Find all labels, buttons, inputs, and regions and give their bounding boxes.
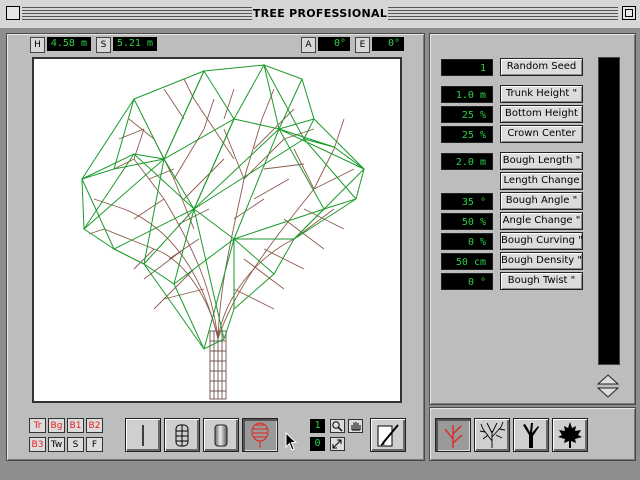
bough-length-button[interactable]: Bough Length " [500, 152, 583, 170]
wireframe-view-button[interactable] [164, 418, 200, 452]
azimuth-label[interactable]: A [301, 37, 316, 53]
tree-drawing [81, 63, 365, 400]
edit-pen-button[interactable] [370, 418, 406, 452]
line-icon [142, 425, 144, 446]
crown-wireframe [81, 63, 365, 350]
bough-angle-value[interactable]: 35 ° [441, 193, 493, 210]
bottom-height-value[interactable]: 25 % [441, 106, 493, 123]
bough-density-button[interactable]: Bough Density " [500, 252, 583, 270]
layer-toggle-s[interactable]: S [67, 437, 84, 452]
layer-toggle-b1[interactable]: B1 [67, 418, 84, 433]
magnifier-icon[interactable] [330, 419, 345, 433]
bottom-height-button[interactable]: Bottom Height [500, 105, 583, 123]
layer-toggle-bg[interactable]: Bg [48, 418, 65, 433]
tree-viewport[interactable] [32, 57, 402, 403]
length-change-button[interactable]: Length Change [500, 172, 583, 190]
wire-cylinder-icon [175, 424, 189, 447]
pen-icon [377, 424, 399, 447]
bough-curving-button[interactable]: Bough Curving " [500, 232, 583, 250]
trunk-mesh [209, 330, 227, 400]
bare-tree-icon [479, 421, 506, 448]
bough-length-value[interactable]: 2.0 m [441, 153, 493, 170]
height-label: H [30, 37, 45, 53]
bough-density-value[interactable]: 50 cm [441, 253, 493, 270]
layer-toggle-b3[interactable]: B3 [29, 437, 46, 452]
tree-type-leaf-button[interactable] [552, 418, 588, 452]
counter-top[interactable]: 1 [310, 419, 325, 433]
bough-twist-button[interactable]: Bough Twist " [500, 272, 583, 290]
counter-bottom[interactable]: 0 [310, 437, 325, 451]
elevation-label[interactable]: E [355, 37, 370, 53]
leaf-crown-icon [251, 422, 269, 448]
maple-leaf-icon [558, 422, 582, 448]
red-branch-icon [444, 425, 463, 448]
up-down-arrows-icon[interactable] [596, 373, 620, 399]
layer-toggle-b2[interactable]: B2 [86, 418, 103, 433]
random-seed-value[interactable]: 1 [441, 59, 493, 76]
bough-angle-button[interactable]: Bough Angle " [500, 192, 583, 210]
random-seed-button[interactable]: Random Seed [500, 58, 583, 76]
elevation-readout[interactable]: 0° [372, 37, 404, 51]
trunk-icon [523, 423, 539, 448]
tree-type-bare-button[interactable] [474, 418, 510, 452]
height-readout: 4.58 m [47, 37, 91, 51]
crown-center-button[interactable]: Crown Center [500, 125, 583, 143]
azimuth-readout[interactable]: 0° [318, 37, 350, 51]
crown-view-button[interactable] [242, 418, 278, 452]
close-box[interactable] [6, 6, 20, 20]
tree-type-branch-button[interactable] [435, 418, 471, 452]
spread-readout: 5.21 m [113, 37, 157, 51]
solid-cylinder-icon [214, 424, 228, 447]
hand-icon[interactable] [348, 419, 363, 433]
angle-change-value[interactable]: 50 % [441, 213, 493, 230]
window-title: TREE PROFESSIONAL [252, 7, 388, 21]
solid-view-button[interactable] [203, 418, 239, 452]
tree-type-trunk-button[interactable] [513, 418, 549, 452]
crown-center-value[interactable]: 25 % [441, 126, 493, 143]
angle-change-button[interactable]: Angle Change " [500, 212, 583, 230]
mouse-cursor-icon [285, 431, 299, 452]
layer-toggle-tw[interactable]: Tw [48, 437, 65, 452]
title-bar[interactable]: TREE PROFESSIONAL [0, 0, 640, 29]
bough-curving-value[interactable]: 0 % [441, 233, 493, 250]
zoom-box[interactable] [622, 6, 636, 20]
trunk-height-value[interactable]: 1.0 m [441, 86, 493, 103]
rotate-icon[interactable] [330, 437, 345, 451]
spread-label: S [96, 37, 111, 53]
value-slider-track[interactable] [598, 57, 620, 365]
layer-toggle-f[interactable]: F [86, 437, 103, 452]
bough-twist-value[interactable]: 0 ° [441, 273, 493, 290]
line-view-button[interactable] [125, 418, 161, 452]
trunk-height-button[interactable]: Trunk Height " [500, 85, 583, 103]
layer-toggle-tr[interactable]: Tr [29, 418, 46, 433]
